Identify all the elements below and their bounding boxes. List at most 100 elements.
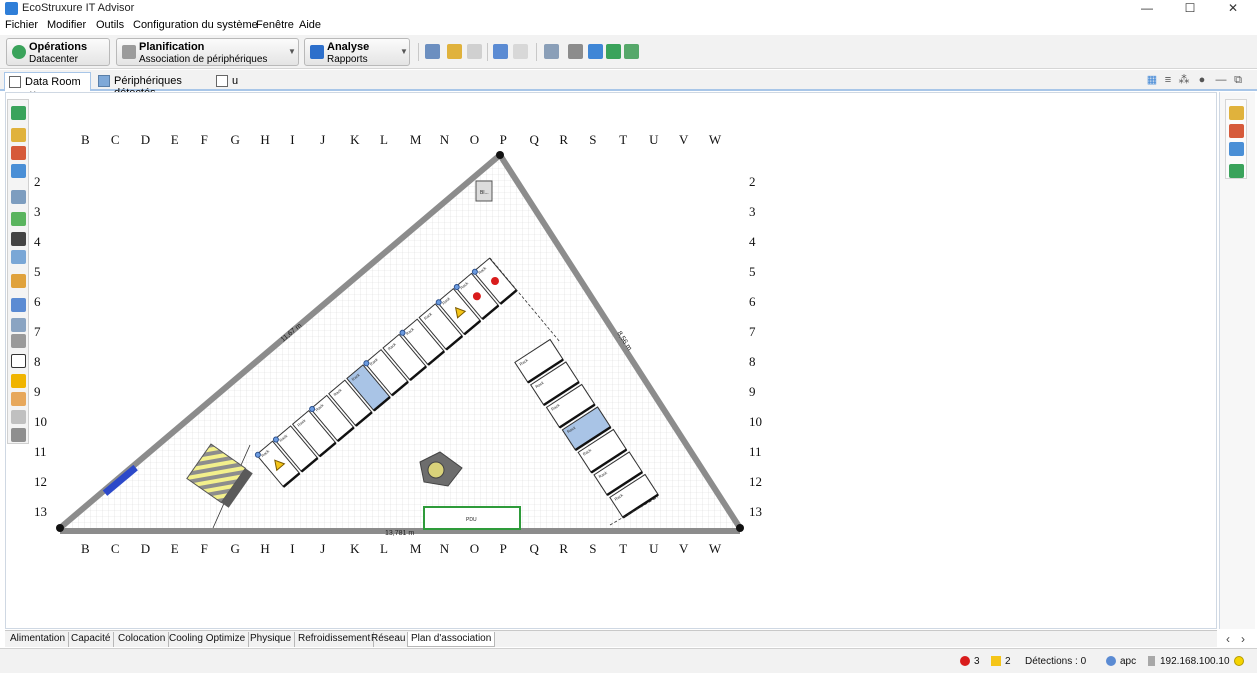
view-tabs: Alimentation Capacité Colocation Cooling…	[5, 630, 1217, 647]
column-label: S	[589, 132, 596, 147]
right-tool-palette	[1225, 99, 1247, 179]
column-label: P	[500, 132, 507, 147]
server-ip[interactable]: 192.168.100.10	[1160, 656, 1230, 667]
column-label: V	[679, 132, 689, 147]
column-label: J	[320, 541, 325, 556]
warning-count[interactable]: 2	[1005, 656, 1011, 667]
column-label: F	[201, 132, 208, 147]
status-bar: 3 2 Détections : 0 apc 192.168.100.10	[0, 648, 1257, 673]
scroll-right-icon[interactable]: ›	[1241, 632, 1245, 646]
column-label: H	[260, 132, 269, 147]
connection-status-icon[interactable]	[1234, 656, 1244, 666]
error-count[interactable]: 3	[974, 656, 980, 667]
column-label: O	[470, 132, 479, 147]
column-label: F	[201, 541, 208, 556]
server-icon	[1148, 656, 1155, 666]
column-label: T	[619, 132, 627, 147]
row-label: 10	[749, 414, 762, 429]
row-label: 13	[34, 504, 47, 519]
wall-corner[interactable]	[496, 151, 504, 159]
column-label: G	[231, 132, 240, 147]
tab-capacite[interactable]: Capacité	[68, 632, 115, 647]
zoom-out-icon[interactable]	[1229, 124, 1244, 138]
row-label: 4	[34, 234, 41, 249]
wall-corner[interactable]	[736, 524, 744, 532]
row-label: 12	[34, 474, 47, 489]
column-label: T	[619, 541, 627, 556]
column-label: B	[81, 132, 90, 147]
row-label: 3	[749, 204, 756, 219]
properties-icon[interactable]	[11, 428, 26, 442]
column-label: L	[380, 541, 388, 556]
tab-cooling-optimize[interactable]: Cooling Optimize	[166, 632, 250, 647]
column-label: B	[81, 541, 90, 556]
row-label: 8	[34, 354, 41, 369]
column-label: M	[410, 541, 422, 556]
zoom-in-icon[interactable]	[1229, 106, 1244, 120]
grid-icon[interactable]	[11, 334, 26, 348]
zoom-in-icon[interactable]	[11, 128, 26, 142]
edit-icon[interactable]	[11, 410, 26, 424]
rectangle-icon[interactable]	[11, 354, 26, 368]
tab-alimentation[interactable]: Alimentation	[7, 632, 70, 647]
column-label: Q	[530, 132, 540, 147]
column-label: U	[649, 132, 659, 147]
tab-reseau[interactable]: Réseau	[368, 632, 410, 647]
scroll-left-icon[interactable]: ‹	[1226, 632, 1230, 646]
column-label: Q	[530, 541, 540, 556]
username[interactable]: apc	[1120, 656, 1136, 667]
undo-arrow-icon[interactable]	[11, 106, 26, 120]
row-label: 2	[34, 174, 41, 189]
column-label: E	[171, 132, 179, 147]
fit-view-icon[interactable]	[1229, 142, 1244, 156]
zoom-out-icon[interactable]	[11, 146, 26, 160]
grid-snap-icon[interactable]	[11, 212, 26, 226]
pdu-label: PDU	[466, 517, 477, 523]
tab-refroidissement[interactable]: Refroidissement	[295, 632, 375, 647]
column-label: V	[679, 541, 689, 556]
move-icon[interactable]	[11, 298, 26, 312]
detections-count[interactable]: Détections : 0	[1025, 656, 1086, 667]
left-tool-palette	[7, 99, 29, 444]
row-label: 6	[34, 294, 41, 309]
row-label: 11	[749, 444, 762, 459]
layer-icon[interactable]	[11, 190, 26, 204]
lock-icon[interactable]	[11, 274, 26, 288]
fit-view-icon[interactable]	[11, 164, 26, 178]
tab-physique[interactable]: Physique	[247, 632, 296, 647]
warning-icon[interactable]	[991, 656, 1001, 666]
column-label: I	[290, 541, 294, 556]
column-label: G	[231, 541, 240, 556]
row-label: 9	[34, 384, 41, 399]
column-label: I	[290, 132, 294, 147]
column-label: H	[260, 541, 269, 556]
column-label: N	[440, 132, 450, 147]
column-labels-top: B C D E F G H I J K L M N O P Q R S T U V W	[81, 132, 722, 147]
error-icon[interactable]	[960, 656, 970, 666]
user-icon	[1106, 656, 1116, 666]
row-label: 10	[34, 414, 47, 429]
wall-corner[interactable]	[56, 524, 64, 532]
column-label: O	[470, 541, 479, 556]
paste-icon[interactable]	[11, 250, 26, 264]
rack-view-icon[interactable]	[1229, 164, 1244, 178]
tab-colocation[interactable]: Colocation	[115, 632, 170, 647]
select-area-icon[interactable]	[11, 318, 26, 332]
row-label: 12	[749, 474, 762, 489]
row-label: 8	[749, 354, 756, 369]
pencil-icon[interactable]	[11, 392, 26, 406]
column-label: C	[111, 132, 120, 147]
copy-icon[interactable]	[11, 232, 26, 246]
column-label: D	[141, 541, 150, 556]
column-label: J	[320, 132, 325, 147]
column-label: R	[559, 132, 568, 147]
ruler-icon[interactable]	[11, 374, 26, 388]
tab-plan-association[interactable]: Plan d'association	[407, 632, 496, 647]
floor-plan-canvas[interactable]: 11,67 m 8,56 m 13,781 m Bl... RackRackRa…	[0, 0, 1257, 673]
column-label: M	[410, 132, 422, 147]
row-label: 5	[749, 264, 756, 279]
row-label: 7	[749, 324, 756, 339]
row-label: 7	[34, 324, 41, 339]
column-label: D	[141, 132, 150, 147]
upper-device-label: Bl...	[480, 190, 489, 196]
